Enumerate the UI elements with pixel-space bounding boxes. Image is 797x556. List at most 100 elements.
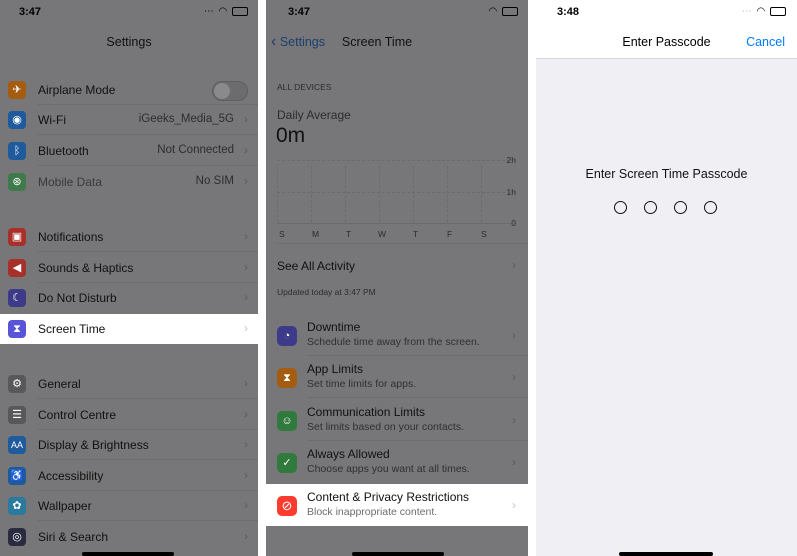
chevron-right-icon: ›: [244, 174, 248, 188]
settings-row-bluetooth[interactable]: ᛒ Bluetooth Not Connected ›: [0, 136, 258, 166]
screen-time-screen: 3:47 ◠ ‹ Settings Screen Time ALL DEVICE…: [266, 0, 528, 556]
screen-time-item-downtime[interactable]: ◔ Downtime Schedule time away from the s…: [266, 314, 528, 356]
item-subtitle: Choose apps you want at all times.: [307, 463, 470, 475]
accessibility-icon: ♿: [8, 467, 26, 485]
settings-row-control-centre[interactable]: ☰ Control Centre ›: [0, 400, 258, 430]
section-header: ALL DEVICES: [277, 82, 332, 92]
chart-day-label: F: [447, 229, 453, 239]
settings-row-wallpaper[interactable]: ✿ Wallpaper ›: [0, 491, 258, 521]
screen-time-item-content-privacy[interactable]: ⊘ Content & Privacy Restrictions Block i…: [266, 484, 528, 526]
home-indicator[interactable]: [352, 552, 444, 556]
siri-icon: ◎: [8, 528, 26, 546]
chevron-right-icon: ›: [244, 229, 248, 243]
row-label: Mobile Data: [38, 175, 103, 189]
status-icons: ⋯ ◠: [204, 6, 248, 17]
settings-row-screen-time[interactable]: ⧗ Screen Time ›: [0, 314, 258, 344]
row-label: Sounds & Haptics: [38, 261, 134, 275]
chevron-right-icon: ›: [244, 529, 248, 543]
cancel-button[interactable]: Cancel: [746, 35, 785, 49]
row-label: Wallpaper: [38, 499, 92, 513]
downtime-icon: ◔: [277, 326, 297, 346]
chevron-right-icon: ›: [244, 376, 248, 390]
speaker-icon: ◀: [8, 259, 26, 277]
chevron-right-icon: ›: [244, 321, 248, 335]
screen-time-item-app-limits[interactable]: ⧗ App Limits Set time limits for apps. ›: [266, 356, 528, 398]
chart-baseline: [277, 223, 515, 224]
wifi-status-icon: ◠: [756, 6, 767, 17]
chevron-right-icon: ›: [244, 290, 248, 304]
row-value: Not Connected: [157, 144, 234, 156]
airplane-mode-toggle[interactable]: [212, 81, 248, 101]
settings-row-general[interactable]: ⚙ General ›: [0, 369, 258, 399]
row-label: Display & Brightness: [38, 438, 149, 452]
chevron-right-icon: ›: [244, 468, 248, 482]
daily-average-label: Daily Average: [277, 108, 351, 122]
chevron-right-icon: ›: [244, 143, 248, 157]
row-label: Screen Time: [38, 322, 106, 336]
chevron-right-icon: ›: [244, 112, 248, 126]
see-all-activity-row[interactable]: See All Activity ›: [266, 250, 528, 280]
settings-row-siri[interactable]: ◎ Siri & Search ›: [0, 522, 258, 552]
wifi-icon: ◉: [8, 111, 26, 129]
chevron-right-icon: ›: [512, 455, 516, 469]
display-icon: AA: [8, 436, 26, 454]
signal-icon: ⋯: [741, 6, 753, 17]
home-indicator[interactable]: [82, 552, 174, 556]
wallpaper-icon: ✿: [8, 497, 26, 515]
battery-icon: [232, 6, 248, 16]
home-indicator[interactable]: [619, 552, 713, 556]
page-title: Settings: [106, 35, 152, 49]
item-title: App Limits: [307, 362, 364, 376]
battery-icon: [770, 6, 786, 16]
chevron-right-icon: ›: [512, 328, 516, 342]
passcode-prompt: Enter Screen Time Passcode: [585, 167, 748, 181]
contacts-icon: ☺: [277, 411, 297, 431]
hourglass-icon: ⧗: [277, 368, 297, 388]
settings-row-airplane-mode[interactable]: ✈ Airplane Mode: [0, 75, 258, 105]
control-centre-icon: ☰: [8, 406, 26, 424]
settings-row-display[interactable]: AA Display & Brightness ›: [0, 430, 258, 460]
settings-row-accessibility[interactable]: ♿ Accessibility ›: [0, 461, 258, 491]
gear-icon: ⚙: [8, 375, 26, 393]
passcode-dot: [704, 201, 717, 214]
item-subtitle: Set limits based on your contacts.: [307, 421, 464, 433]
signal-icon: ⋯: [203, 6, 215, 17]
row-label: Notifications: [38, 230, 104, 244]
chevron-right-icon: ›: [244, 498, 248, 512]
daily-average-value: 0m: [276, 124, 306, 147]
row-label: Accessibility: [38, 469, 104, 483]
chevron-right-icon: ›: [244, 437, 248, 451]
passcode-dot: [674, 201, 687, 214]
chart-day-label: T: [413, 229, 419, 239]
page-title: Screen Time: [341, 35, 413, 49]
chart-day-label: S: [279, 229, 285, 239]
usage-bars: [277, 166, 517, 222]
row-label: Siri & Search: [38, 530, 109, 544]
wifi-status-icon: ◠: [488, 6, 499, 17]
restrictions-icon: ⊘: [277, 496, 297, 516]
row-label: General: [38, 377, 81, 391]
notifications-icon: ▣: [8, 228, 26, 246]
screen-time-item-always-allowed[interactable]: ✓ Always Allowed Choose apps you want at…: [266, 441, 528, 483]
settings-row-do-not-disturb[interactable]: ☾ Do Not Disturb ›: [0, 283, 258, 313]
item-subtitle: Schedule time away from the screen.: [307, 336, 480, 348]
settings-row-wifi[interactable]: ◉ Wi-Fi iGeeks_Media_5G ›: [0, 105, 258, 135]
bluetooth-icon: ᛒ: [8, 142, 26, 160]
passcode-screen: 3:48 ⋯ ◠ Enter Passcode Cancel Enter Scr…: [536, 0, 797, 556]
item-title: Downtime: [307, 320, 361, 334]
screen-time-item-communication-limits[interactable]: ☺ Communication Limits Set limits based …: [266, 399, 528, 441]
passcode-dot: [644, 201, 657, 214]
settings-row-notifications[interactable]: ▣ Notifications ›: [0, 222, 258, 252]
chevron-right-icon: ›: [512, 413, 516, 427]
item-title: Content & Privacy Restrictions: [307, 490, 470, 504]
chart-gridline: [277, 160, 515, 162]
chevron-right-icon: ›: [244, 407, 248, 421]
row-value: No SIM: [195, 175, 234, 187]
row-label: Airplane Mode: [38, 83, 116, 97]
chevron-right-icon: ›: [512, 498, 516, 512]
settings-row-sounds[interactable]: ◀ Sounds & Haptics ›: [0, 253, 258, 283]
row-value: iGeeks_Media_5G: [138, 113, 234, 125]
settings-row-mobile-data[interactable]: ⊛ Mobile Data No SIM ›: [0, 167, 258, 197]
chart-day-label: S: [481, 229, 487, 239]
moon-icon: ☾: [8, 289, 26, 307]
